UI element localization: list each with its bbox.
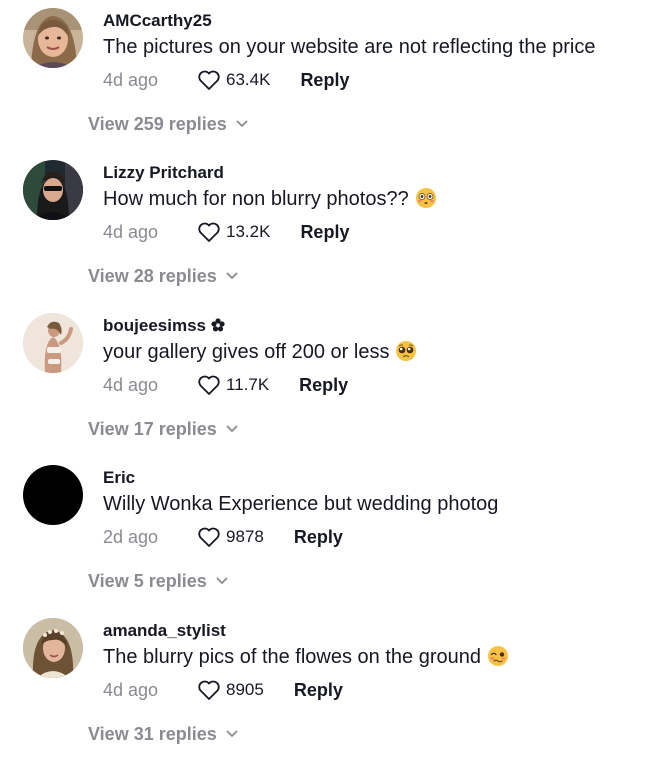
chevron-down-icon <box>236 120 248 127</box>
like-count: 63.4K <box>226 70 271 89</box>
chevron-down-icon <box>226 272 238 279</box>
comment-username[interactable]: boujeesimss <box>103 316 225 336</box>
comment-meta: 2d ago 9878 Reply <box>103 525 343 549</box>
chevron-down-icon <box>226 730 238 737</box>
heart-icon <box>198 680 220 700</box>
view-replies-button[interactable]: View 17 replies <box>88 418 238 440</box>
chevron-down-icon <box>216 577 228 584</box>
flushed-face-emoji <box>415 188 436 208</box>
comment-meta: 4d ago 8905 Reply <box>103 678 343 702</box>
comment-text: your gallery gives off 200 or less <box>103 340 417 364</box>
comment-item: Lizzy Pritchard How much for non blurry … <box>0 152 645 302</box>
view-replies-label: View 28 replies <box>88 266 217 286</box>
reply-button[interactable]: Reply <box>300 222 349 243</box>
view-replies-label: View 5 replies <box>88 571 207 591</box>
comment-text: How much for non blurry photos?? <box>103 187 437 211</box>
comment-item: Eric Willy Wonka Experience but wedding … <box>0 457 645 607</box>
like-count: 13.2K <box>226 222 271 241</box>
reply-button[interactable]: Reply <box>294 527 343 548</box>
woozy-face-emoji <box>488 646 508 666</box>
comment-item: AMCcarthy25 The pictures on your website… <box>0 0 645 150</box>
heart-icon <box>198 375 220 395</box>
comment-meta: 4d ago 11.7K Reply <box>103 373 348 397</box>
like-button[interactable]: 63.4K <box>197 69 270 91</box>
reply-button[interactable]: Reply <box>300 70 349 91</box>
comment-timestamp: 2d ago <box>103 526 159 547</box>
avatar[interactable] <box>23 8 83 68</box>
comment-username[interactable]: Eric <box>103 468 135 488</box>
like-button[interactable]: 11.7K <box>197 374 269 396</box>
view-replies-button[interactable]: View 5 replies <box>88 570 228 592</box>
comment-meta: 4d ago 13.2K Reply <box>103 220 349 244</box>
like-count: 8905 <box>226 680 264 699</box>
view-replies-button[interactable]: View 28 replies <box>88 265 238 287</box>
like-count: 9878 <box>226 527 264 546</box>
avatar[interactable] <box>23 160 83 220</box>
comment-username[interactable]: AMCcarthy25 <box>103 11 212 31</box>
avatar[interactable] <box>23 465 83 525</box>
heart-icon <box>198 222 220 242</box>
comment-text: Willy Wonka Experience but wedding photo… <box>103 493 499 515</box>
view-replies-button[interactable]: View 31 replies <box>88 723 238 745</box>
avatar[interactable] <box>23 313 83 373</box>
comment-item: boujeesimss your gallery gives off 200 o… <box>0 305 645 455</box>
flower-badge-icon <box>211 318 225 332</box>
comment-item: amanda_stylist The blurry pics of the fl… <box>0 610 645 760</box>
reply-button[interactable]: Reply <box>299 375 348 396</box>
like-button[interactable]: 9878 <box>197 526 264 548</box>
like-button[interactable]: 13.2K <box>197 221 270 243</box>
chevron-down-icon <box>226 425 238 432</box>
comment-timestamp: 4d ago <box>103 221 159 242</box>
like-count: 11.7K <box>226 375 270 394</box>
comment-text: The pictures on your website are not ref… <box>103 36 596 58</box>
comment-timestamp: 4d ago <box>103 679 159 700</box>
view-replies-label: View 17 replies <box>88 419 217 439</box>
comment-timestamp: 4d ago <box>103 374 159 395</box>
comment-meta: 4d ago 63.4K Reply <box>103 68 349 92</box>
comment-username[interactable]: amanda_stylist <box>103 621 226 641</box>
pleading-face-emoji <box>396 341 417 361</box>
view-replies-label: View 31 replies <box>88 724 217 744</box>
heart-icon <box>198 527 220 547</box>
view-replies-button[interactable]: View 259 replies <box>88 113 248 135</box>
view-replies-label: View 259 replies <box>88 114 227 134</box>
comment-text: The blurry pics of the flowes on the gro… <box>103 645 509 669</box>
avatar[interactable] <box>23 618 83 678</box>
comment-timestamp: 4d ago <box>103 69 159 90</box>
heart-icon <box>198 70 220 90</box>
like-button[interactable]: 8905 <box>197 679 264 701</box>
reply-button[interactable]: Reply <box>294 680 343 701</box>
comment-username[interactable]: Lizzy Pritchard <box>103 163 224 183</box>
